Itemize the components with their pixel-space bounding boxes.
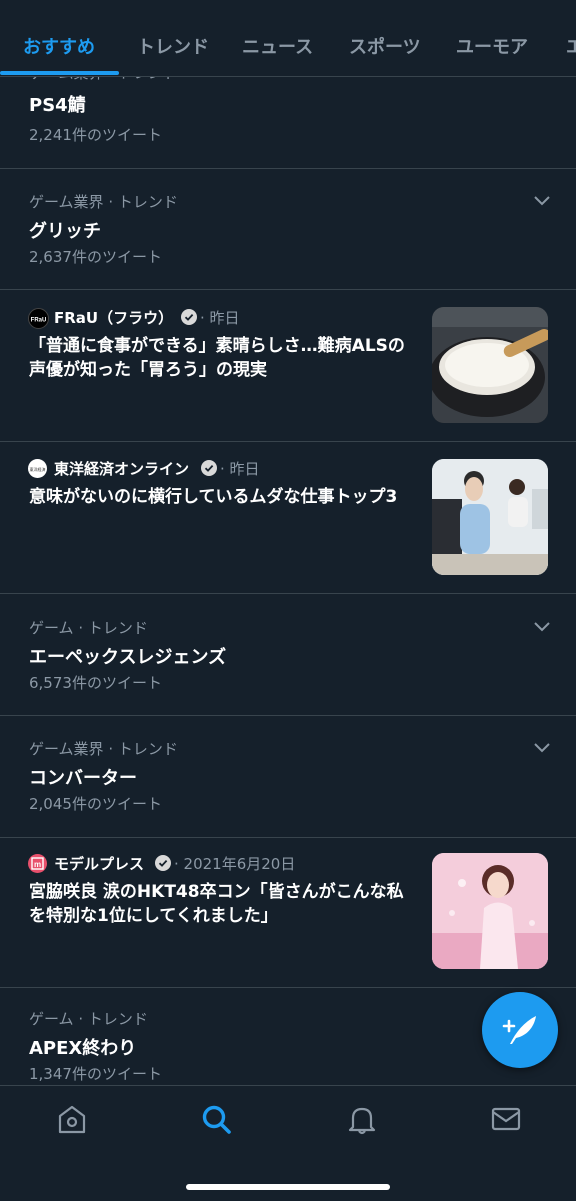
explore-tabs: おすすめ トレンド ニュース スポーツ ユーモア エ (0, 0, 576, 77)
tab-trends[interactable]: トレンド (137, 33, 209, 59)
tab-recommended[interactable]: おすすめ (23, 33, 95, 59)
mail-icon[interactable] (489, 1102, 523, 1136)
news-item[interactable]: 東洋経済 東洋経済オンライン · 昨日 意味がないのに横行しているムダな仕事トッ… (0, 442, 576, 594)
verified-badge-icon (201, 460, 217, 476)
news-item[interactable]: FRaU FRaU（フラウ） · 昨日 「普通に食事ができる」素晴らしさ…難病A… (0, 290, 576, 442)
trend-category: ゲーム業界 · トレンド (29, 740, 178, 758)
trend-category: ゲーム · トレンド (29, 1010, 148, 1028)
trend-tweet-count: 2,045件のツイート (29, 795, 162, 813)
compose-tweet-icon (502, 1016, 536, 1044)
news-item[interactable]: m モデルプレス · 2021年6月20日 宮脇咲良 涙のHKT48卒コン「皆さ… (0, 838, 576, 988)
search-icon[interactable] (199, 1102, 233, 1136)
trend-tweet-count: 2,637件のツイート (29, 248, 162, 266)
trend-tweet-count: 6,573件のツイート (29, 674, 162, 692)
news-timestamp: · 2021年6月20日 (174, 855, 296, 873)
source-logo: FRaU (28, 308, 49, 329)
news-thumbnail (432, 853, 548, 969)
trend-title: PS4鯖 (29, 95, 86, 116)
news-timestamp: · 昨日 (200, 309, 240, 327)
chevron-down-icon[interactable] (532, 740, 552, 754)
trend-tweet-count: 1,347件のツイート (29, 1065, 162, 1083)
news-thumbnail (432, 307, 548, 423)
trend-item[interactable]: ゲーム業界 · トレンド グリッチ 2,637件のツイート (0, 168, 576, 290)
trend-title: エーペックスレジェンズ (29, 647, 227, 668)
verified-badge-icon (181, 309, 197, 325)
verified-badge-icon (155, 855, 171, 871)
chevron-down-icon[interactable] (532, 619, 552, 633)
trend-tweet-count: 2,241件のツイート (29, 126, 162, 144)
home-indicator (186, 1184, 390, 1190)
tab-entertainment[interactable]: エ (566, 33, 576, 59)
tab-sports[interactable]: スポーツ (349, 33, 421, 59)
news-headline: 意味がないのに横行しているムダな仕事トップ3 (29, 487, 398, 507)
news-source-name: 東洋経済オンライン (54, 460, 190, 478)
news-timestamp: · 昨日 (220, 460, 260, 478)
news-thumbnail (432, 459, 548, 575)
news-source-name: モデルプレス (54, 855, 145, 873)
tab-news[interactable]: ニュース (242, 33, 313, 59)
chevron-down-icon[interactable] (532, 193, 552, 207)
trend-category: ゲーム · トレンド (29, 619, 148, 637)
trend-category: ゲーム業界 · トレンド (29, 193, 178, 211)
svg-text:FRaU: FRaU (31, 318, 47, 324)
active-tab-indicator (0, 71, 119, 75)
source-logo: m (28, 854, 47, 873)
trend-title: コンバーター (29, 768, 137, 789)
svg-text:m: m (34, 860, 41, 869)
news-headline: 宮脇咲良 涙のHKT48卒コン「皆さんがこんな私を特別な1位にしてくれました」 (29, 882, 404, 926)
home-icon[interactable] (55, 1102, 89, 1136)
trend-title: APEX終わり (29, 1038, 137, 1059)
tab-humor[interactable]: ユーモア (456, 33, 528, 59)
news-source-name: FRaU（フラウ） (54, 309, 174, 327)
trend-title: グリッチ (29, 221, 101, 242)
svg-text:東洋経済: 東洋経済 (30, 466, 46, 472)
trend-item[interactable]: ゲーム · トレンド エーペックスレジェンズ 6,573件のツイート (0, 594, 576, 716)
bell-icon[interactable] (345, 1102, 379, 1136)
news-headline: 「普通に食事ができる」素晴らしさ…難病ALSの声優が知った「胃ろう」の現実 (29, 336, 405, 380)
trend-item[interactable]: ゲーム業界 · トレンド コンバーター 2,045件のツイート (0, 716, 576, 838)
source-logo: 東洋経済 (28, 459, 47, 478)
compose-tweet-button[interactable] (482, 992, 558, 1068)
